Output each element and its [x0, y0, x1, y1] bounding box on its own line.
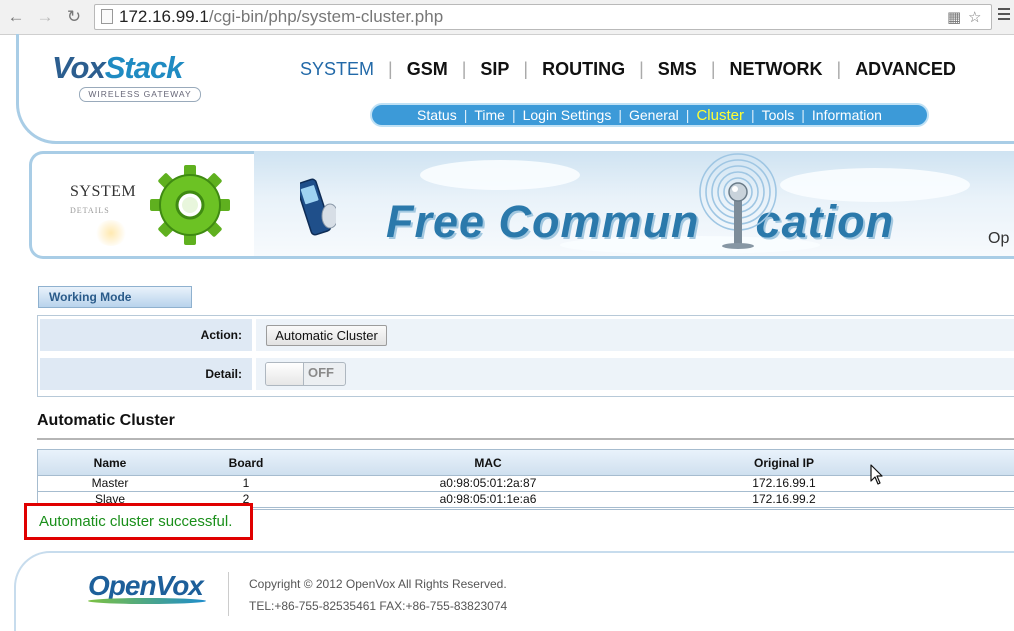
working-mode-tab[interactable]: Working Mode [38, 286, 192, 308]
toggle-knob [266, 363, 304, 385]
cloud-decoration [420, 160, 580, 190]
cell-board: 1 [242, 476, 250, 490]
subnav-time[interactable]: Time [474, 107, 505, 123]
subnav-status[interactable]: Status [417, 107, 457, 123]
logo-part-vox: Vox [52, 50, 106, 85]
url-text: 172.16.99.1/cgi-bin/php/system-cluster.p… [119, 7, 443, 27]
footer-divider [228, 572, 229, 616]
nav-separator: | [388, 59, 393, 79]
detail-cell [256, 358, 1014, 390]
nav-sms[interactable]: SMS [658, 59, 697, 79]
cell-mac: a0:98:05:01:2a:87 [439, 476, 537, 490]
cell-name: Master [91, 476, 129, 490]
footer-copyright: Copyright © 2012 OpenVox All Rights Rese… [249, 577, 507, 591]
action-label: Action: [40, 319, 252, 351]
banner-right-text: Op [988, 230, 1010, 247]
status-highlight: Automatic cluster successful. [24, 503, 253, 540]
forward-arrow-icon[interactable]: → [34, 7, 56, 27]
nav-advanced[interactable]: ADVANCED [855, 59, 956, 79]
cluster-title: Automatic Cluster [37, 412, 175, 429]
section-subtitle: DETAILS [70, 206, 110, 215]
column-header-original-ip: Original IP [753, 456, 814, 470]
mouse-cursor-icon [870, 464, 883, 485]
nav-separator: | [836, 59, 842, 79]
nav-sip[interactable]: SIP [480, 59, 509, 79]
nav-system[interactable]: SYSTEM [300, 59, 374, 79]
cluster-table: Name Board MAC Original IP Master 1 a0:9… [37, 449, 1014, 510]
nav-separator: | [523, 59, 529, 79]
antenna-icon [699, 153, 777, 249]
table-row: Master 1 a0:98:05:01:2a:87 172.16.99.1 [38, 476, 1014, 492]
nav-network[interactable]: NETWORK [730, 59, 823, 79]
bookmark-star-icon[interactable]: ☆ [968, 8, 981, 26]
divider [37, 438, 1014, 440]
subnav-information[interactable]: Information [812, 107, 882, 123]
nav-gsm[interactable]: GSM [407, 59, 448, 79]
nav-separator: | [639, 59, 644, 79]
subnav-general[interactable]: General [629, 107, 679, 123]
mobile-phone-icon [300, 178, 336, 236]
section-title: SYSTEM [70, 183, 137, 200]
status-message: Automatic cluster successful. [39, 513, 233, 530]
table-header: Name Board MAC Original IP [38, 450, 1014, 476]
url-host: 172.16.99.1 [119, 7, 209, 26]
nav-separator: | [461, 59, 467, 79]
subnav-login-settings[interactable]: Login Settings [523, 107, 612, 123]
cell-mac: a0:98:05:01:1e:a6 [439, 492, 537, 506]
subnav-tools[interactable]: Tools [762, 107, 795, 123]
working-mode-form: Action: Detail: [37, 315, 1014, 397]
translate-icon[interactable]: ▦ [947, 8, 961, 26]
nav-separator: | [710, 59, 716, 79]
automatic-cluster-button[interactable]: Automatic Cluster [266, 325, 387, 346]
detail-toggle[interactable]: OFF [265, 362, 346, 386]
back-arrow-icon[interactable]: ← [5, 7, 27, 27]
logo-tagline: WIRELESS GATEWAY [79, 87, 201, 102]
sub-nav: Status | Time | Login Settings | General | Clust… [370, 103, 929, 127]
browser-menu-icon[interactable] [998, 8, 1010, 23]
column-header-name: Name [93, 456, 127, 470]
cell-ip: 172.16.99.2 [752, 492, 816, 506]
column-header-board: Board [228, 456, 264, 470]
url-path: /cgi-bin/php/system-cluster.php [208, 7, 444, 26]
address-bar[interactable]: 172.16.99.1/cgi-bin/php/system-cluster.p… [94, 4, 992, 30]
logo-part-stack: Stack [104, 50, 184, 85]
reload-icon[interactable]: ↻ [63, 7, 85, 27]
toggle-state: OFF [308, 365, 334, 380]
main-nav: SYSTEM | GSM | SIP | ROUTING | SMS | NETWORK | ADVAN… [300, 59, 956, 83]
nav-routing[interactable]: ROUTING [542, 59, 625, 79]
logo-swoosh [88, 598, 206, 604]
column-header-mac: MAC [474, 456, 502, 470]
page-icon [101, 9, 113, 24]
glow-decoration [95, 220, 127, 246]
subnav-cluster[interactable]: Cluster [696, 107, 744, 124]
detail-label: Detail: [40, 358, 252, 390]
voxstack-logo[interactable]: VoxStack [52, 50, 184, 86]
footer-contact: TEL:+86-755-82535461 FAX:+86-755-8382307… [249, 599, 508, 613]
cell-ip: 172.16.99.1 [752, 476, 816, 490]
banner-slogan: Free Commun cation [386, 196, 895, 247]
gear-icon [150, 165, 230, 245]
